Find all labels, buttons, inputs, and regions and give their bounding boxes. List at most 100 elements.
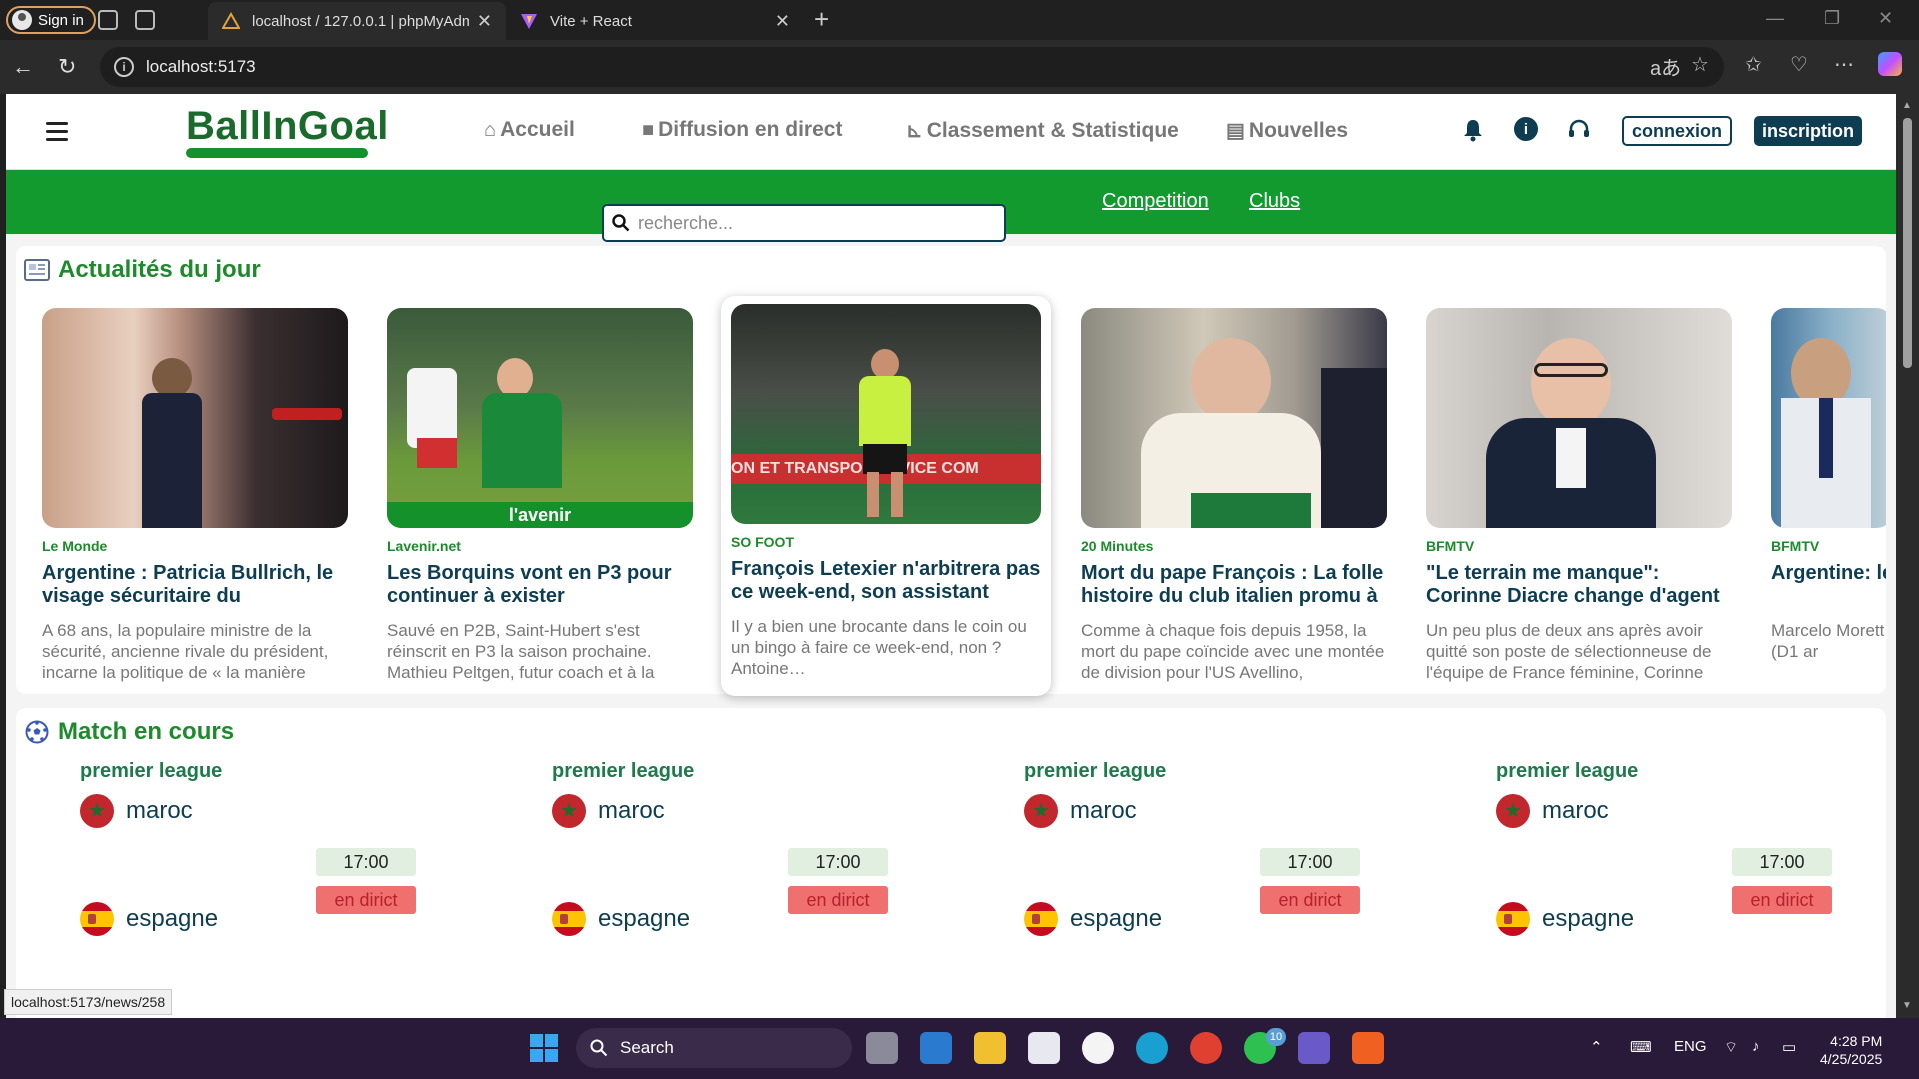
match-time: 17:00 [788, 848, 888, 876]
scrollbar-thumb[interactable] [1903, 118, 1912, 368]
match-card[interactable]: premier league maroc 17:00 en dirict esp… [498, 760, 888, 960]
sign-in-button[interactable]: Sign in [6, 6, 96, 34]
match-card[interactable]: premier league maroc 17:00 en dirict esp… [26, 760, 416, 960]
favorite-star-icon[interactable]: ☆ [1691, 52, 1709, 77]
bell-icon[interactable] [1460, 117, 1486, 143]
news-source: BFMTV [1426, 538, 1475, 554]
back-icon[interactable]: ← [12, 54, 34, 80]
live-badge[interactable]: en dirict [788, 886, 888, 914]
nav-diffusion[interactable]: ■ Diffusion en direct [642, 118, 842, 142]
copilot-icon[interactable] [1878, 52, 1902, 76]
address-toolbar: ← ↻ i localhost:5173 aあ ☆ ✩ ♡ ⋯ [0, 40, 1919, 94]
search-input[interactable] [638, 212, 998, 234]
video-camera-icon: ■ [642, 118, 655, 141]
nav-classement[interactable]: ⊾ Classement & Statistique [906, 118, 1179, 143]
address-bar[interactable]: i localhost:5173 [100, 47, 1724, 87]
search-box[interactable] [602, 204, 1006, 242]
home-team: maroc [80, 794, 193, 828]
close-tab-icon[interactable]: ✕ [477, 11, 492, 32]
signup-button[interactable]: inscription [1754, 116, 1863, 146]
xampp-icon[interactable] [1352, 1032, 1384, 1064]
newspaper-icon: ▤ [1226, 120, 1245, 142]
read-aloud-icon[interactable]: aあ [1650, 52, 1681, 81]
more-menu-icon[interactable]: ⋯ [1834, 52, 1854, 77]
team-name: maroc [126, 797, 193, 824]
taskbar-search[interactable]: Search [576, 1028, 852, 1068]
news-card[interactable]: l'avenir Lavenir.net Les Borquins vont e… [387, 308, 693, 683]
volume-icon[interactable]: ♪ [1752, 1038, 1760, 1055]
match-league: premier league [1496, 760, 1639, 782]
file-explorer-icon[interactable] [974, 1032, 1006, 1064]
news-card[interactable]: Le Monde Argentine : Patricia Bullrich, … [42, 308, 348, 683]
tab-phpmyadmin[interactable]: localhost / 127.0.0.1 | phpMyAdmin ✕ [208, 2, 506, 40]
headset-support-icon[interactable] [1566, 117, 1592, 143]
news-card-hovered[interactable]: ON ET TRANSPO SERVICE COM SO FOOT Franço… [721, 296, 1051, 696]
task-view-icon[interactable] [866, 1032, 898, 1064]
hamburger-menu-icon[interactable] [46, 122, 68, 146]
link-clubs[interactable]: Clubs [1249, 190, 1300, 213]
language-indicator[interactable]: ENG [1674, 1038, 1707, 1055]
login-button[interactable]: connexion [1622, 116, 1733, 146]
news-description: Comme à chaque fois depuis 1958, la mort… [1081, 621, 1385, 682]
edge-icon[interactable] [1136, 1032, 1168, 1064]
scroll-down-icon[interactable]: ▼ [1902, 1000, 1912, 1011]
vscode-icon[interactable] [920, 1032, 952, 1064]
news-description: Il y a bien une brocante dans le coin ou… [731, 617, 1027, 678]
system-clock[interactable]: 4:28 PM 4/25/2025 [1820, 1032, 1882, 1068]
morocco-flag-icon [80, 794, 114, 828]
live-badge[interactable]: en dirict [1732, 886, 1832, 914]
vite-favicon-icon [521, 14, 537, 29]
wifi-icon[interactable]: ⌔ [1724, 1038, 1738, 1057]
team-name: maroc [1070, 797, 1137, 824]
live-badge[interactable]: en dirict [1260, 886, 1360, 914]
match-card[interactable]: premier league maroc 17:00 en dirict esp… [1442, 760, 1832, 960]
link-competition[interactable]: Competition [1102, 190, 1209, 213]
restore-icon[interactable]: ❐ [1824, 8, 1840, 29]
scroll-up-icon[interactable]: ▲ [1902, 100, 1912, 111]
morocco-flag-icon [1496, 794, 1530, 828]
news-card[interactable]: BFMTV "Le terrain me manque": Corinne Di… [1426, 308, 1732, 683]
site-info-icon[interactable]: i [114, 57, 134, 77]
nav-label: Nouvelles [1248, 118, 1349, 142]
away-team: espagne [1024, 902, 1162, 936]
browser-tab-bar: Sign in localhost / 127.0.0.1 | phpMyAdm… [0, 0, 1919, 40]
news-card[interactable]: 20 Minutes Mort du pape François : La fo… [1081, 308, 1387, 683]
news-title: Argentine : Patricia Bullrich, le visage… [42, 562, 334, 607]
profile-avatar-icon [12, 10, 32, 30]
teams-icon[interactable] [1298, 1032, 1330, 1064]
news-image [1426, 308, 1732, 528]
live-badge[interactable]: en dirict [316, 886, 416, 914]
news-source: Le Monde [42, 538, 108, 554]
minimize-icon[interactable]: — [1766, 8, 1784, 29]
news-image [42, 308, 348, 528]
microsoft-store-icon[interactable] [1028, 1032, 1060, 1064]
battery-icon[interactable]: ▭ [1782, 1038, 1796, 1056]
news-card[interactable]: BFMTV Argentine: le Lorenzo, le c Marcel… [1771, 308, 1886, 683]
news-image [1081, 308, 1387, 528]
browser-essentials-icon[interactable]: ♡ [1790, 52, 1808, 77]
app-icon[interactable] [1082, 1032, 1114, 1064]
nav-accueil[interactable]: ⌂ Accueil [484, 118, 575, 142]
home-team: maroc [552, 794, 665, 828]
new-tab-button[interactable]: + [814, 4, 829, 35]
favorites-icon[interactable]: ✩ [1745, 52, 1762, 77]
chrome-icon[interactable] [1190, 1032, 1222, 1064]
tab-title: Vite + React [550, 12, 632, 30]
news-image [1771, 308, 1886, 528]
tab-vite-react[interactable]: Vite + React ✕ [506, 2, 804, 40]
tab-actions-icon[interactable] [135, 10, 155, 30]
match-card[interactable]: premier league maroc 17:00 en dirict esp… [970, 760, 1360, 960]
news-description: Sauvé en P2B, Saint-Hubert s'est réinscr… [387, 621, 655, 682]
nav-nouvelles[interactable]: ▤ Nouvelles [1226, 118, 1348, 143]
close-tab-icon[interactable]: ✕ [775, 11, 790, 32]
site-logo[interactable]: BallInGoal [186, 104, 389, 149]
close-window-icon[interactable]: ✕ [1878, 8, 1893, 29]
info-icon[interactable]: i [1514, 117, 1538, 141]
windows-taskbar: Search 10 ⌃ ⌨ ENG ⌔ ♪ ▭ 4:28 PM 4/25/202… [0, 1018, 1919, 1079]
keyboard-icon[interactable]: ⌨ [1630, 1038, 1652, 1056]
refresh-icon[interactable]: ↻ [58, 54, 76, 80]
windows-start-icon[interactable] [528, 1032, 560, 1064]
page-scrollbar[interactable]: ▲ ▼ [1896, 94, 1919, 1018]
workspaces-icon[interactable] [98, 10, 118, 30]
show-hidden-icons-icon[interactable]: ⌃ [1590, 1038, 1603, 1056]
